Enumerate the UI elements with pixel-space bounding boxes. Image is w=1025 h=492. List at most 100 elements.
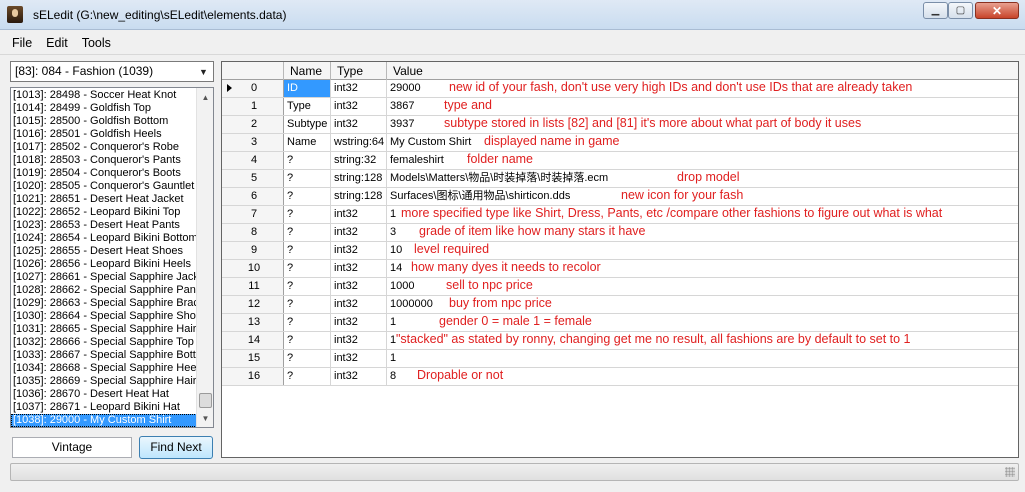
cell-name[interactable]: Subtype (284, 116, 331, 133)
scroll-up-icon[interactable]: ▲ (198, 89, 213, 105)
list-item[interactable]: [1014]: 28499 - Goldfish Top (11, 102, 197, 115)
list-item[interactable]: [1031]: 28665 - Special Sapphire Hair (11, 323, 197, 336)
table-row[interactable]: 15? int32 1 (222, 350, 1018, 368)
item-list-scrollbar[interactable]: ▲ ▼ (196, 88, 213, 427)
cell-value[interactable]: 1 (387, 350, 1018, 367)
list-item[interactable]: [1033]: 28667 - Special Sapphire Bottom (11, 349, 197, 362)
cell-type[interactable]: string:128 (331, 188, 387, 205)
list-item[interactable]: [1018]: 28503 - Conqueror's Pants (11, 154, 197, 167)
cell-type[interactable]: int32 (331, 224, 387, 241)
cell-type[interactable]: int32 (331, 332, 387, 349)
search-input[interactable]: Vintage (12, 437, 132, 458)
cell-value[interactable]: 1 gender 0 = male 1 = female (387, 314, 1018, 331)
list-item[interactable]: [1017]: 28502 - Conqueror's Robe (11, 141, 197, 154)
cell-name[interactable]: ? (284, 188, 331, 205)
cell-name[interactable]: Type (284, 98, 331, 115)
list-item[interactable]: [1016]: 28501 - Goldfish Heels (11, 128, 197, 141)
table-row[interactable]: 5? string:128 Models\Matters\物品\时装掉落\时装掉落.… (222, 170, 1018, 188)
row-header[interactable]: 7 (222, 206, 284, 223)
table-row[interactable]: 8? int32 3 grade of item like how many star… (222, 224, 1018, 242)
cell-type[interactable]: int32 (331, 242, 387, 259)
cell-name[interactable]: ? (284, 332, 331, 349)
cell-type[interactable]: int32 (331, 278, 387, 295)
row-header[interactable]: 9 (222, 242, 284, 259)
find-next-button[interactable]: Find Next (139, 436, 213, 459)
menu-tools[interactable]: Tools (75, 36, 118, 50)
table-row[interactable]: 3 Name wstring:64 My Custom Shirt displayed … (222, 134, 1018, 152)
table-row[interactable]: 10? int32 14 how many dyes it needs to reco… (222, 260, 1018, 278)
list-item[interactable]: [1021]: 28651 - Desert Heat Jacket (11, 193, 197, 206)
row-header[interactable]: 10 (222, 260, 284, 277)
cell-name[interactable]: ? (284, 260, 331, 277)
item-list[interactable]: [1013]: 28498 - Soccer Heat Knot [1014]: … (10, 87, 214, 428)
menu-edit[interactable]: Edit (39, 36, 75, 50)
cell-type[interactable]: int32 (331, 350, 387, 367)
cell-value[interactable]: 3867 type and (387, 98, 1018, 115)
cell-name[interactable]: ? (284, 350, 331, 367)
cell-type[interactable]: int32 (331, 296, 387, 313)
list-item[interactable]: [1032]: 28666 - Special Sapphire Top (11, 336, 197, 349)
row-header[interactable]: 16 (222, 368, 284, 385)
list-item[interactable]: [1013]: 28498 - Soccer Heat Knot (11, 89, 197, 102)
minimize-button[interactable]: ▁ (923, 2, 948, 19)
cell-value[interactable]: My Custom Shirt displayed name in game (387, 134, 1018, 151)
table-row[interactable]: 2 Subtype int32 3937 subtype stored in lists… (222, 116, 1018, 134)
cell-name[interactable]: Name (284, 134, 331, 151)
cell-value[interactable]: 1000000 buy from npc price (387, 296, 1018, 313)
row-header[interactable]: 2 (222, 116, 284, 133)
list-item[interactable]: [1029]: 28663 - Special Sapphire Bracers (11, 297, 197, 310)
cell-name[interactable]: ? (284, 296, 331, 313)
list-item[interactable]: [1025]: 28655 - Desert Heat Shoes (11, 245, 197, 258)
cell-name[interactable]: ? (284, 314, 331, 331)
property-grid[interactable]: Name Type Value 0 ID int32 29000 new id of y… (221, 61, 1019, 458)
cell-type[interactable]: int32 (331, 206, 387, 223)
row-header[interactable]: 3 (222, 134, 284, 151)
row-header[interactable]: 14 (222, 332, 284, 349)
cell-value[interactable]: Models\Matters\物品\时装掉落\时装掉落.ecm drop mode… (387, 170, 1018, 187)
cell-name[interactable]: ? (284, 170, 331, 187)
table-row[interactable]: 7? int32 1 more specified type like Shirt, … (222, 206, 1018, 224)
row-header[interactable]: 11 (222, 278, 284, 295)
list-item[interactable]: [1036]: 28670 - Desert Heat Hat (11, 388, 197, 401)
cell-value[interactable]: 29000 new id of your fash, don't use very… (387, 80, 1018, 97)
cell-type[interactable]: int32 (331, 314, 387, 331)
cell-value[interactable]: 1000 sell to npc price (387, 278, 1018, 295)
menu-file[interactable]: File (5, 36, 39, 50)
maximize-button[interactable]: ▢ (948, 2, 973, 19)
row-header[interactable]: 13 (222, 314, 284, 331)
list-item[interactable]: [1034]: 28668 - Special Sapphire Heels (11, 362, 197, 375)
cell-type[interactable]: int32 (331, 260, 387, 277)
table-row[interactable]: 14? int32 1 "stacked" as stated by ronny, c… (222, 332, 1018, 350)
list-item[interactable]: [1015]: 28500 - Goldfish Bottom (11, 115, 197, 128)
cell-value[interactable]: 14 how many dyes it needs to recolor (387, 260, 1018, 277)
list-item[interactable]: [1027]: 28661 - Special Sapphire Jacket (11, 271, 197, 284)
column-header-value[interactable]: Value (387, 62, 1018, 80)
cell-value[interactable]: 8 Dropable or not (387, 368, 1018, 385)
cell-type[interactable]: string:32 (331, 152, 387, 169)
cell-type[interactable]: int32 (331, 116, 387, 133)
list-item[interactable]: [1038]: 29000 - My Custom Shirt (11, 414, 197, 427)
list-item[interactable]: [1028]: 28662 - Special Sapphire Pants (11, 284, 197, 297)
list-item[interactable]: [1022]: 28652 - Leopard Bikini Top (11, 206, 197, 219)
list-item[interactable]: [1037]: 28671 - Leopard Bikini Hat (11, 401, 197, 414)
cell-type[interactable]: wstring:64 (331, 134, 387, 151)
table-row[interactable]: 1 Type int32 3867 type and (222, 98, 1018, 116)
cell-name[interactable]: ? (284, 206, 331, 223)
category-select[interactable]: [83]: 084 - Fashion (1039) ▼ (10, 61, 214, 82)
row-header[interactable]: 8 (222, 224, 284, 241)
row-header[interactable]: 15 (222, 350, 284, 367)
row-header[interactable]: 12 (222, 296, 284, 313)
cell-type[interactable]: int32 (331, 80, 387, 97)
list-item[interactable]: [1024]: 28654 - Leopard Bikini Bottom (11, 232, 197, 245)
table-row[interactable]: 6? string:128 Surfaces\图标\通用物品\shirticon.d… (222, 188, 1018, 206)
cell-name[interactable]: ? (284, 242, 331, 259)
cell-value[interactable]: 1 "stacked" as stated by ronny, changing … (387, 332, 1018, 349)
cell-name[interactable]: ID (284, 80, 331, 97)
cell-value[interactable]: 10 level required (387, 242, 1018, 259)
cell-value[interactable]: 3937 subtype stored in lists [82] and [81… (387, 116, 1018, 133)
column-header-name[interactable]: Name (284, 62, 331, 80)
column-header-type[interactable]: Type (331, 62, 387, 80)
row-header[interactable]: 4 (222, 152, 284, 169)
scrollbar-thumb[interactable] (199, 393, 212, 408)
table-row[interactable]: 11? int32 1000 sell to npc price (222, 278, 1018, 296)
